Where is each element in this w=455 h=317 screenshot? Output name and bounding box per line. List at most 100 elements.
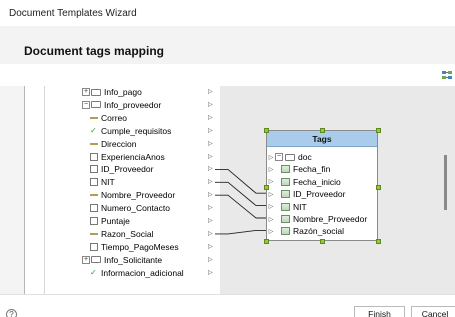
tag-item[interactable]: ▷ Nombre_Proveedor xyxy=(267,213,368,225)
resize-handle[interactable] xyxy=(264,128,269,133)
output-connector-icon[interactable]: ▷ xyxy=(208,269,213,276)
collapse-icon[interactable]: − xyxy=(82,100,90,109)
input-connector-icon[interactable]: ▷ xyxy=(267,228,275,235)
output-connector-icon[interactable]: ▷ xyxy=(208,114,213,121)
attribute-icon xyxy=(90,188,98,197)
folder-icon xyxy=(91,88,101,96)
tag-field-icon xyxy=(281,215,290,223)
tree-item[interactable]: ID_Proveedor xyxy=(90,163,153,175)
tag-item[interactable]: ▷ Fecha_inicio xyxy=(267,176,341,188)
resize-handle[interactable] xyxy=(320,128,325,133)
tree-item[interactable]: ExperienciaAnos xyxy=(90,151,165,163)
tag-item-label: ID_Proveedor xyxy=(293,189,346,200)
output-connector-icon[interactable]: ▷ xyxy=(208,230,213,237)
tag-item-label: NIT xyxy=(293,201,307,212)
input-connector-icon[interactable]: ▷ xyxy=(267,191,275,198)
tree-item[interactable]: Numero_Contacto xyxy=(90,202,170,214)
input-connector-icon[interactable]: ▷ xyxy=(267,203,275,210)
tree-item-label: Info_pago xyxy=(104,87,142,97)
tag-item[interactable]: ▷ ID_Proveedor xyxy=(267,188,346,200)
page-title: Document tags mapping xyxy=(24,44,165,58)
output-connector-icon[interactable]: ▷ xyxy=(208,127,213,134)
tag-item[interactable]: ▷ Razón_social xyxy=(267,225,344,237)
tag-field-icon xyxy=(281,177,290,186)
tree-item-label: Razon_Social xyxy=(101,228,154,239)
help-icon[interactable]: ? xyxy=(6,309,17,317)
field-icon xyxy=(90,178,98,187)
output-connector-icon[interactable]: ▷ xyxy=(208,153,213,160)
field-icon xyxy=(90,242,98,251)
field-icon xyxy=(90,152,98,161)
output-connector-icon[interactable]: ▷ xyxy=(208,191,213,198)
tag-field-icon xyxy=(281,227,290,236)
layout-icon[interactable] xyxy=(441,70,453,82)
resize-handle[interactable] xyxy=(320,239,325,244)
input-connector-icon[interactable]: ▷ xyxy=(267,154,275,161)
tree-item-label: Cumple_requisitos xyxy=(101,125,172,136)
tag-item-label: Fecha_fin xyxy=(293,164,331,175)
tag-item-label: Nombre_Proveedor xyxy=(293,214,368,224)
tree-gutter xyxy=(25,86,45,294)
input-connector-icon[interactable]: ▷ xyxy=(267,166,275,173)
expand-icon[interactable]: + xyxy=(82,88,90,96)
resize-handle[interactable] xyxy=(264,185,269,190)
folder-icon xyxy=(285,153,295,161)
tag-field-icon xyxy=(281,190,290,199)
cancel-button[interactable]: Cancel xyxy=(411,306,455,317)
tree-item[interactable]: NIT xyxy=(90,176,115,188)
folder-icon xyxy=(91,256,101,264)
resize-handle[interactable] xyxy=(376,239,381,244)
tree-item[interactable]: Direccion xyxy=(90,138,136,150)
tag-item-label: Razón_social xyxy=(293,226,345,237)
output-connector-icon[interactable]: ▷ xyxy=(208,140,213,147)
output-connector-icon[interactable]: ▷ xyxy=(208,256,213,263)
tree-item-label: Direccion xyxy=(101,138,137,149)
tag-field-icon xyxy=(281,165,290,174)
tree-item[interactable]: Nombre_Proveedor xyxy=(90,189,175,201)
tag-item[interactable]: ▷ Fecha_fin xyxy=(267,163,331,175)
tree-item-label: Informacion_adicional xyxy=(101,267,184,278)
tag-root[interactable]: ▷ − doc xyxy=(267,151,312,163)
tree-item-label: Correo xyxy=(101,112,127,123)
tree-item-label: ID_Proveedor xyxy=(101,164,154,175)
collapse-icon[interactable]: − xyxy=(275,153,283,161)
tree-item[interactable]: + Info_pago xyxy=(82,86,142,98)
field-icon xyxy=(90,165,98,174)
tags-box[interactable]: Tags ▷ − doc ▷ Fecha_fin ▷ Fecha_inicio ▷ ID_Pro… xyxy=(266,130,378,241)
window-title: Document Templates Wizard xyxy=(0,0,455,26)
output-connector-icon[interactable]: ▷ xyxy=(208,101,213,108)
output-connector-icon[interactable]: ▷ xyxy=(208,243,213,250)
tree-item[interactable]: Tiempo_PagoMeses xyxy=(90,241,179,253)
expand-icon[interactable]: + xyxy=(82,255,90,264)
input-connector-icon[interactable]: ▷ xyxy=(267,216,275,223)
tree-item-label: Tiempo_PagoMeses xyxy=(101,241,179,252)
tree-item[interactable]: + Info_Solicitante xyxy=(82,254,162,266)
resize-handle[interactable] xyxy=(376,185,381,190)
finish-button[interactable]: Finish xyxy=(354,306,405,317)
field-icon xyxy=(90,217,98,225)
resize-handle[interactable] xyxy=(264,239,269,244)
tree-item[interactable]: Puntaje xyxy=(90,215,130,227)
output-connector-icon[interactable]: ▷ xyxy=(208,217,213,224)
scrollbar-thumb[interactable] xyxy=(444,155,447,210)
attribute-icon xyxy=(90,227,98,235)
tag-field-icon xyxy=(281,202,290,211)
field-icon xyxy=(90,204,98,213)
tree-item[interactable]: − Info_proveedor xyxy=(82,99,161,111)
tree-item[interactable]: Razon_Social xyxy=(90,228,153,240)
tree-item-label: Puntaje xyxy=(101,216,130,226)
tree-item-label: Nombre_Proveedor xyxy=(101,190,176,201)
tag-item-label: Fecha_inicio xyxy=(293,176,341,187)
attribute-icon xyxy=(90,137,98,145)
output-connector-icon[interactable]: ▷ xyxy=(208,165,213,172)
output-connector-icon[interactable]: ▷ xyxy=(208,204,213,211)
output-connector-icon[interactable]: ▷ xyxy=(208,178,213,185)
output-connector-icon[interactable]: ▷ xyxy=(208,88,213,95)
resize-handle[interactable] xyxy=(376,128,381,133)
tag-item[interactable]: ▷ NIT xyxy=(267,201,307,213)
tree-item[interactable]: Correo xyxy=(90,112,127,124)
tags-box-title: Tags xyxy=(267,131,377,147)
tree-item[interactable]: ✓ Informacion_adicional xyxy=(90,267,184,279)
tree-item[interactable]: ✓ Cumple_requisitos xyxy=(90,125,171,137)
tag-root-label: doc xyxy=(298,152,312,162)
